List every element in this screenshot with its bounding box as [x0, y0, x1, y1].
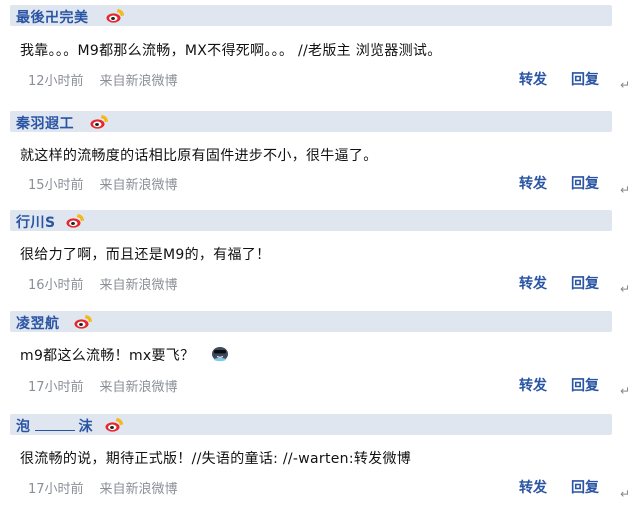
comment-text: 很流畅的说，期待正式版！//失语的童话: //-warten:转发微博: [20, 451, 412, 467]
comment-time: 17小时前: [28, 482, 84, 497]
comment-meta: 12小时前 来自新浪微博: [28, 70, 178, 89]
weibo-icon: [105, 418, 123, 432]
forward-button[interactable]: 转发: [519, 173, 547, 193]
comment-source: 来自新浪微博: [99, 178, 178, 193]
cool-face-emoji: [212, 347, 228, 362]
author-name-part: 沫: [78, 419, 93, 435]
comment-source: 来自新浪微博: [99, 380, 178, 395]
author-name[interactable]: 秦羽遐工: [16, 113, 74, 133]
reply-button[interactable]: 回复: [571, 69, 599, 89]
reply-button[interactable]: 回复: [571, 273, 599, 293]
reply-button[interactable]: 回复: [571, 173, 599, 193]
comment-header: 行川S: [10, 210, 612, 231]
author-name-part: 泡: [16, 419, 31, 435]
weibo-icon: [74, 315, 92, 329]
weibo-icon: [90, 115, 108, 129]
comment-header: 最後卍完美: [10, 5, 612, 26]
comment-time: 15小时前: [28, 178, 84, 193]
reply-button[interactable]: 回复: [571, 375, 599, 395]
comment-source: 来自新浪微博: [99, 74, 178, 89]
comment-text: 我靠。。。M9都那么流畅，MX不得死啊。。。 //老版主 浏览器测试。: [20, 43, 442, 59]
comment-header: 凌翌航: [10, 311, 612, 332]
comment-time: 12小时前: [28, 74, 84, 89]
forward-button[interactable]: 转发: [519, 273, 547, 293]
comment-header: 泡沫: [10, 414, 612, 435]
comment-text: 很给力了啊，而且还是M9的，有福了！: [20, 247, 271, 263]
return-arrow-icon: ↵: [620, 282, 631, 296]
name-mask: [34, 418, 75, 431]
author-name[interactable]: 凌翌航: [16, 313, 60, 333]
comment-meta: 16小时前 来自新浪微博: [28, 274, 178, 293]
comment-meta: 17小时前 来自新浪微博: [28, 478, 178, 497]
author-name[interactable]: 泡沫: [16, 416, 93, 436]
weibo-icon: [66, 214, 84, 228]
forward-button[interactable]: 转发: [519, 375, 547, 395]
comment-meta: 17小时前 来自新浪微博: [28, 376, 178, 395]
author-name[interactable]: 行川S: [16, 212, 56, 232]
weibo-icon: [106, 9, 124, 23]
comment-source: 来自新浪微博: [99, 278, 178, 293]
comment-time: 17小时前: [28, 380, 84, 395]
forward-button[interactable]: 转发: [519, 477, 547, 497]
comment-text: m9都这么流畅！mx要飞？: [20, 348, 195, 364]
return-arrow-icon: ↵: [620, 78, 631, 92]
reply-button[interactable]: 回复: [571, 477, 599, 497]
comment-text: 就这样的流畅度的话相比原有固件进步不小，很牛逼了。: [20, 148, 378, 164]
return-arrow-icon: ↵: [620, 384, 631, 398]
author-name[interactable]: 最後卍完美: [16, 7, 89, 27]
return-arrow-icon: ↵: [620, 183, 631, 197]
comment-header: 秦羽遐工: [10, 111, 612, 132]
forward-button[interactable]: 转发: [519, 69, 547, 89]
return-arrow-icon: ↵: [620, 487, 631, 501]
comment-meta: 15小时前 来自新浪微博: [28, 174, 178, 193]
comment-time: 16小时前: [28, 278, 84, 293]
comment-source: 来自新浪微博: [99, 482, 178, 497]
